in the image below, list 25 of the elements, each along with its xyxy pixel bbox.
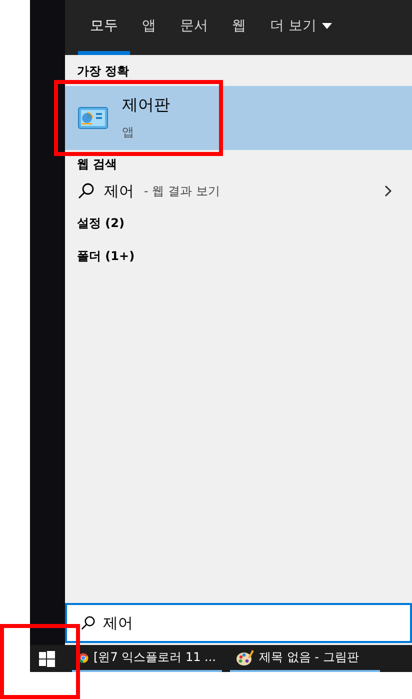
section-heading[interactable]: 설정 (2) xyxy=(65,207,136,240)
taskbar-button[interactable]: 제목 없음 - 그림판 xyxy=(230,645,380,672)
palette-icon xyxy=(236,650,254,666)
section-heading[interactable]: 폴더 (1+) xyxy=(65,240,147,273)
tab[interactable]: 앱 xyxy=(130,0,168,55)
windows-logo-icon[interactable] xyxy=(39,650,55,666)
web-results-link[interactable]: - 웹 결과 보기 xyxy=(144,182,374,200)
tab[interactable]: 문서 xyxy=(168,0,220,55)
section-heading: 가장 정확 xyxy=(76,63,130,80)
tab[interactable]: 웹 xyxy=(220,0,258,55)
chevron-icon[interactable] xyxy=(384,185,392,197)
caret-icon xyxy=(322,22,332,28)
search-icon xyxy=(78,183,94,199)
result-type: 앱 xyxy=(122,124,135,141)
tab[interactable]: 더 보기 xyxy=(258,0,344,55)
section-heading: 웹 검색 xyxy=(76,156,118,173)
search-box[interactable]: 제어 xyxy=(65,603,412,643)
result-item[interactable]: 제어판 앱 xyxy=(65,86,412,150)
taskbar-button[interactable]: [윈7 익스플로러 11 ... xyxy=(72,645,222,672)
search-icon xyxy=(81,616,95,630)
result-title: 제어판 xyxy=(122,95,170,116)
control-panel-icon xyxy=(78,107,108,129)
search-field[interactable]: 제어 xyxy=(103,614,303,632)
search-query[interactable]: 제어 xyxy=(104,182,134,200)
tab[interactable]: 모두 xyxy=(78,0,130,55)
